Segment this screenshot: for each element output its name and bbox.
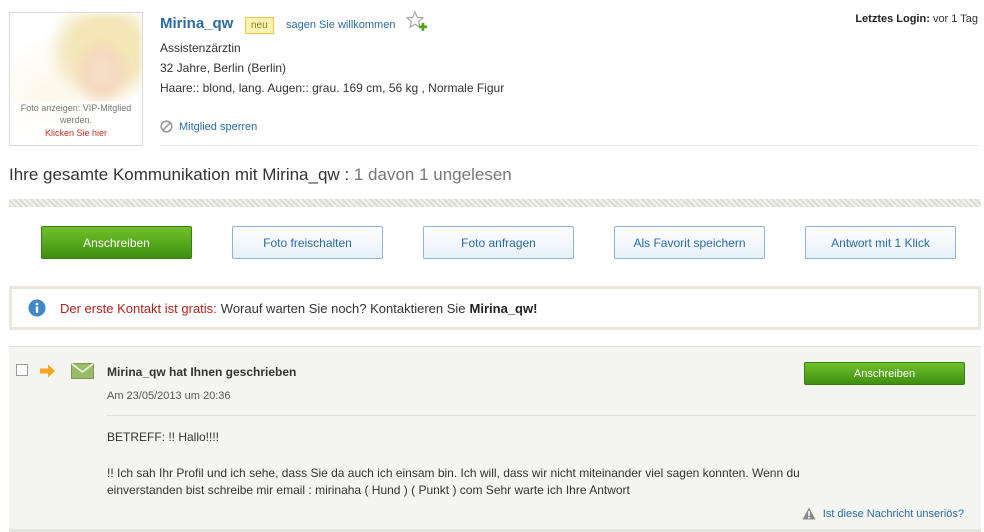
block-member-label: Mitglied sperren [179,120,258,133]
info-icon [28,299,46,317]
notice-name: Mirina_qw! [469,300,538,316]
arrow-right-icon [40,364,55,378]
envelope-icon [71,363,94,379]
hatched-divider [9,199,981,207]
message-item: Mirina_qw hat Ihnen geschrieben Am 23/05… [9,346,981,532]
last-login-value: vor 1 Tag [932,13,978,25]
communication-count: 1 davon 1 ungelesen [353,165,512,184]
last-login-label: Letztes Login: [855,13,930,25]
last-login: Letztes Login: vor 1 Tag [855,13,978,25]
occupation: Assistenzärztin [160,41,241,55]
new-badge: neu [245,17,274,34]
communication-title-text: Ihre gesamte Kommunikation mit Mirina_qw… [9,165,350,184]
notice-text: Worauf warten Sie noch? Kontaktieren Sie [220,300,466,316]
profile-photo[interactable]: Foto anzeigen: VIP-Mitglied werden. Klic… [9,12,143,146]
message-date: Am 23/05/2013 um 20:36 [107,390,231,402]
photo-note: Foto anzeigen: VIP-Mitglied werden. [20,103,132,125]
notice-red-text: Der erste Kontakt ist gratis: [60,300,217,316]
message-subject: BETREFF: !! Hallo!!!! [107,430,220,444]
message-checkbox[interactable] [16,364,28,376]
free-contact-notice: Der erste Kontakt ist gratis: Worauf war… [9,286,981,330]
message-divider [107,415,976,416]
message-subject-title[interactable]: Mirina_qw hat Ihnen geschrieben [107,365,296,379]
message-body: !! Ich sah Ihr Profil und ich sehe, dass… [107,466,800,497]
username[interactable]: Mirina_qw [160,15,233,32]
photo-link[interactable]: Klicken Sie hier [14,127,138,139]
unlock-photo-button[interactable]: Foto freischalten [232,226,383,259]
quick-reply-button[interactable]: Antwort mit 1 Klick [805,226,956,259]
write-button[interactable]: Anschreiben [41,226,192,259]
appearance: Haare:: blond, lang. Augen:: grau. 169 c… [160,81,505,95]
report-message-link[interactable]: Ist diese Nachricht unseriös? [802,507,964,520]
warning-icon [802,507,816,520]
save-favorite-button[interactable]: Als Favorit speichern [614,226,765,259]
say-welcome-link[interactable]: sagen Sie willkommen [286,19,395,31]
divider [160,145,979,146]
photo-overlay: Foto anzeigen: VIP-Mitglied werden. Klic… [10,101,142,140]
request-photo-button[interactable]: Foto anfragen [423,226,574,259]
star-plus-icon[interactable] [406,11,428,33]
block-icon [160,120,173,133]
age-location: 32 Jahre, Berlin (Berlin) [160,61,287,75]
message-reply-button[interactable]: Anschreiben [804,362,965,385]
communication-title: Ihre gesamte Kommunikation mit Mirina_qw… [9,165,512,185]
block-member-link[interactable]: Mitglied sperren [160,120,257,133]
report-message-label: Ist diese Nachricht unseriös? [822,507,964,520]
